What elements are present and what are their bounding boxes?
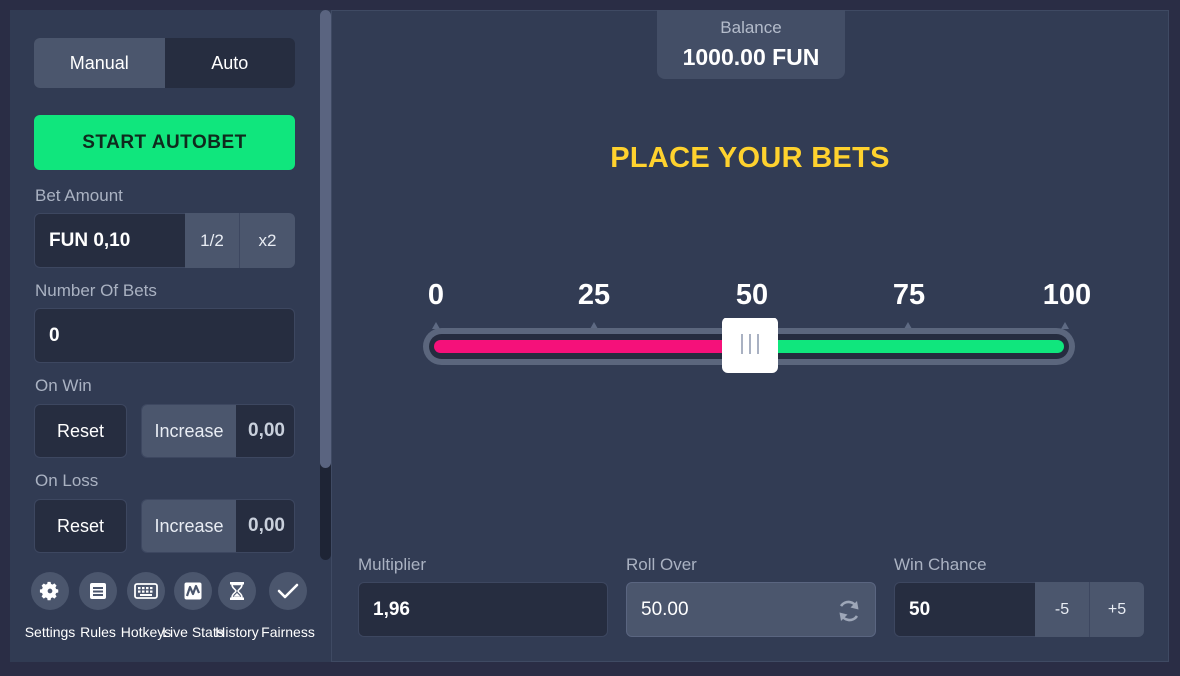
place-your-bets-headline: PLACE YOUR BETS: [610, 142, 890, 174]
on-win-increase-group: Increase 0,00: [141, 404, 295, 458]
slider-tick-50: 50: [735, 279, 769, 311]
win-chance-input[interactable]: 50: [894, 582, 1036, 637]
slider-win-fill: [750, 340, 1064, 353]
fairness-label: Fairness: [261, 624, 315, 640]
balance-value: 1000.00 FUN: [682, 44, 820, 70]
slider-tick-25: 25: [577, 279, 611, 311]
scrollbar-thumb[interactable]: [320, 10, 331, 468]
on-loss-increase-input[interactable]: 0,00: [236, 500, 294, 552]
on-win-increase-button[interactable]: Increase: [142, 405, 236, 457]
win-chance-plus-button[interactable]: +5: [1090, 582, 1144, 637]
tab-auto[interactable]: Auto: [165, 38, 296, 88]
roll-over-label: Roll Over: [626, 555, 697, 574]
bet-amount-input[interactable]: FUN 0,10: [34, 213, 186, 268]
win-chance-label: Win Chance: [894, 555, 987, 574]
hourglass-icon: [218, 572, 256, 610]
half-bet-button[interactable]: 1/2: [185, 213, 240, 268]
win-chance-minus-button[interactable]: -5: [1035, 582, 1090, 637]
footer-toolbar: Settings Rules Hotkeys Live Stats Histor…: [22, 572, 318, 662]
roll-slider[interactable]: [418, 318, 1084, 378]
on-loss-increase-button[interactable]: Increase: [142, 500, 236, 552]
bet-amount-label: Bet Amount: [35, 186, 123, 205]
sidebar-scrollbar[interactable]: [320, 10, 331, 560]
mode-toggle: Manual Auto: [34, 38, 295, 88]
multiplier-input[interactable]: 1,96: [358, 582, 608, 637]
number-of-bets-input[interactable]: 0: [34, 308, 295, 363]
double-bet-button[interactable]: x2: [240, 213, 295, 268]
balance-panel: Balance 1000.00 FUN: [657, 10, 845, 79]
on-win-increase-input[interactable]: 0,00: [236, 405, 294, 457]
slider-tick-0: 0: [427, 279, 445, 311]
on-win-label: On Win: [35, 376, 92, 395]
balance-label: Balance: [720, 18, 782, 37]
multiplier-label: Multiplier: [358, 555, 427, 574]
roll-over-value: 50.00: [641, 598, 689, 620]
number-of-bets-label: Number Of Bets: [35, 281, 157, 300]
swap-icon[interactable]: [835, 597, 863, 631]
tab-manual[interactable]: Manual: [34, 38, 165, 88]
roll-over-input[interactable]: 50.00: [626, 582, 876, 637]
start-autobet-button[interactable]: START AUTOBET: [34, 115, 295, 170]
on-loss-reset-button[interactable]: Reset: [34, 499, 127, 553]
slider-handle[interactable]: [722, 318, 778, 373]
on-win-reset-button[interactable]: Reset: [34, 404, 127, 458]
on-loss-label: On Loss: [35, 471, 99, 490]
checkmark-icon: [269, 572, 307, 610]
slider-tick-75: 75: [892, 279, 926, 311]
slider-lose-fill: [434, 340, 750, 353]
on-loss-increase-group: Increase 0,00: [141, 499, 295, 553]
fairness-button[interactable]: Fairness: [253, 572, 323, 641]
slider-tick-100: 100: [1042, 279, 1092, 311]
